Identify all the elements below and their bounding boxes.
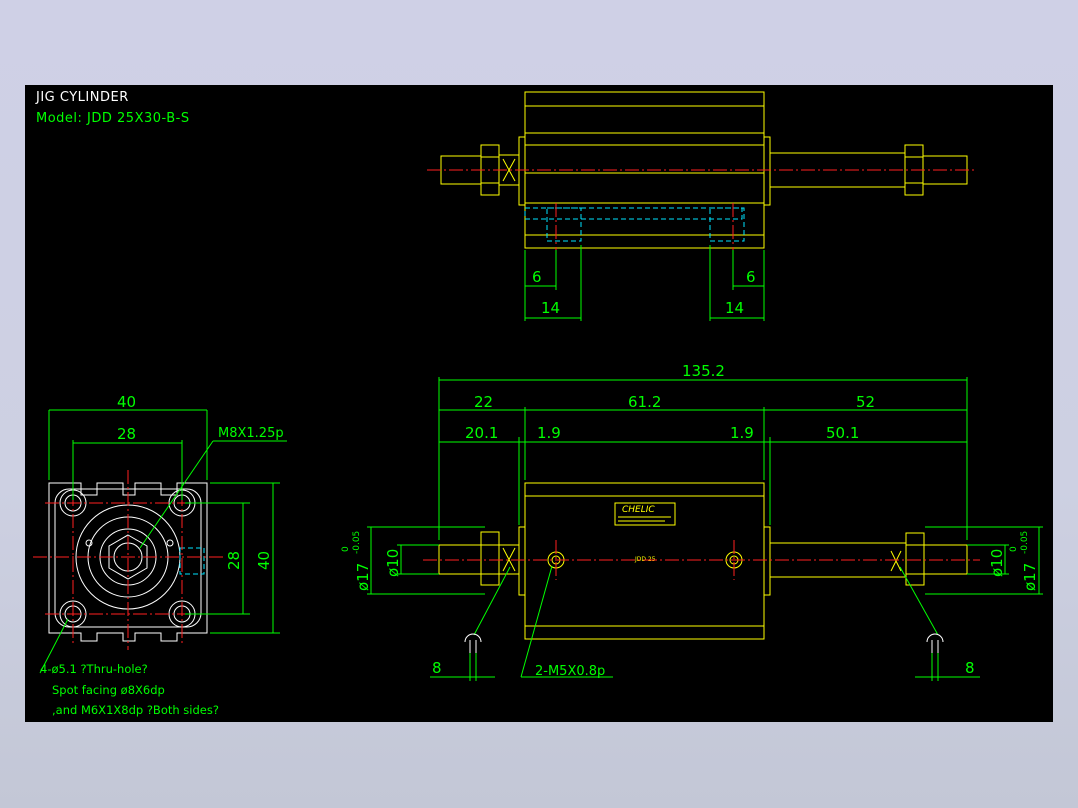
dim-22: 22 (474, 393, 493, 411)
dim-20-1: 20.1 (465, 424, 498, 442)
port-label: 2-M5X0.8p (535, 664, 605, 679)
top-dim-6-right: 6 (746, 268, 756, 286)
dim-dia17-left: ø17 (354, 563, 372, 591)
dim-61-2: 61.2 (628, 393, 661, 411)
end-dim-28-height: 28 (225, 551, 243, 570)
dim-50-1: 50.1 (826, 424, 859, 442)
end-dim-40-height: 40 (255, 551, 273, 570)
dim-8-right: 8 (965, 659, 975, 677)
thread-note: ,and M6X1X8dp ?Both sides? (52, 703, 219, 717)
dim-52: 52 (856, 393, 875, 411)
end-dim-40-width: 40 (117, 393, 136, 411)
front-right-nut (905, 532, 925, 586)
top-dim-14-right: 14 (725, 299, 744, 317)
top-dim-14-left: 14 (541, 299, 560, 317)
dim-overall-length: 135.2 (682, 362, 725, 380)
front-view: CHELIC JDD 25 135.2 22 61.2 52 20.1 1.9 … (341, 362, 1043, 681)
end-dim-28-width: 28 (117, 425, 136, 443)
dim-dia17-right: ø17 (1021, 563, 1039, 591)
tol-upper-right: 0 (1009, 546, 1019, 552)
dim-1-9-left: 1.9 (537, 424, 561, 442)
cylinder-drawing: 6 6 14 14 40 28 28 40 M8X1.25p CHELIC JD… (33, 91, 1043, 681)
hole-note: 4-ø5.1 ?Thru-hole? (40, 662, 148, 676)
top-view: 6 6 14 14 (427, 91, 975, 321)
cad-drawing-canvas[interactable]: JIG CYLINDER Model: JDD 25X30-B-S 6 6 14… (25, 85, 1053, 722)
end-thread-label: M8X1.25p (218, 426, 284, 441)
dim-dia10-right: ø10 (988, 549, 1006, 577)
dim-8-left: 8 (432, 659, 442, 677)
front-left-nut (480, 531, 500, 586)
end-view: 40 28 28 40 M8X1.25p (33, 393, 287, 674)
spot-facing-note: Spot facing ø8X6dp (52, 683, 165, 697)
tol-lower-right: -0.05 (1020, 531, 1030, 554)
brand-label: CHELIC (622, 505, 655, 515)
dim-dia10-left: ø10 (384, 549, 402, 577)
top-dim-6-left: 6 (532, 268, 542, 286)
tol-upper-left: 0 (341, 546, 351, 552)
dim-1-9-right: 1.9 (730, 424, 754, 442)
tol-lower-left: -0.05 (352, 531, 362, 554)
